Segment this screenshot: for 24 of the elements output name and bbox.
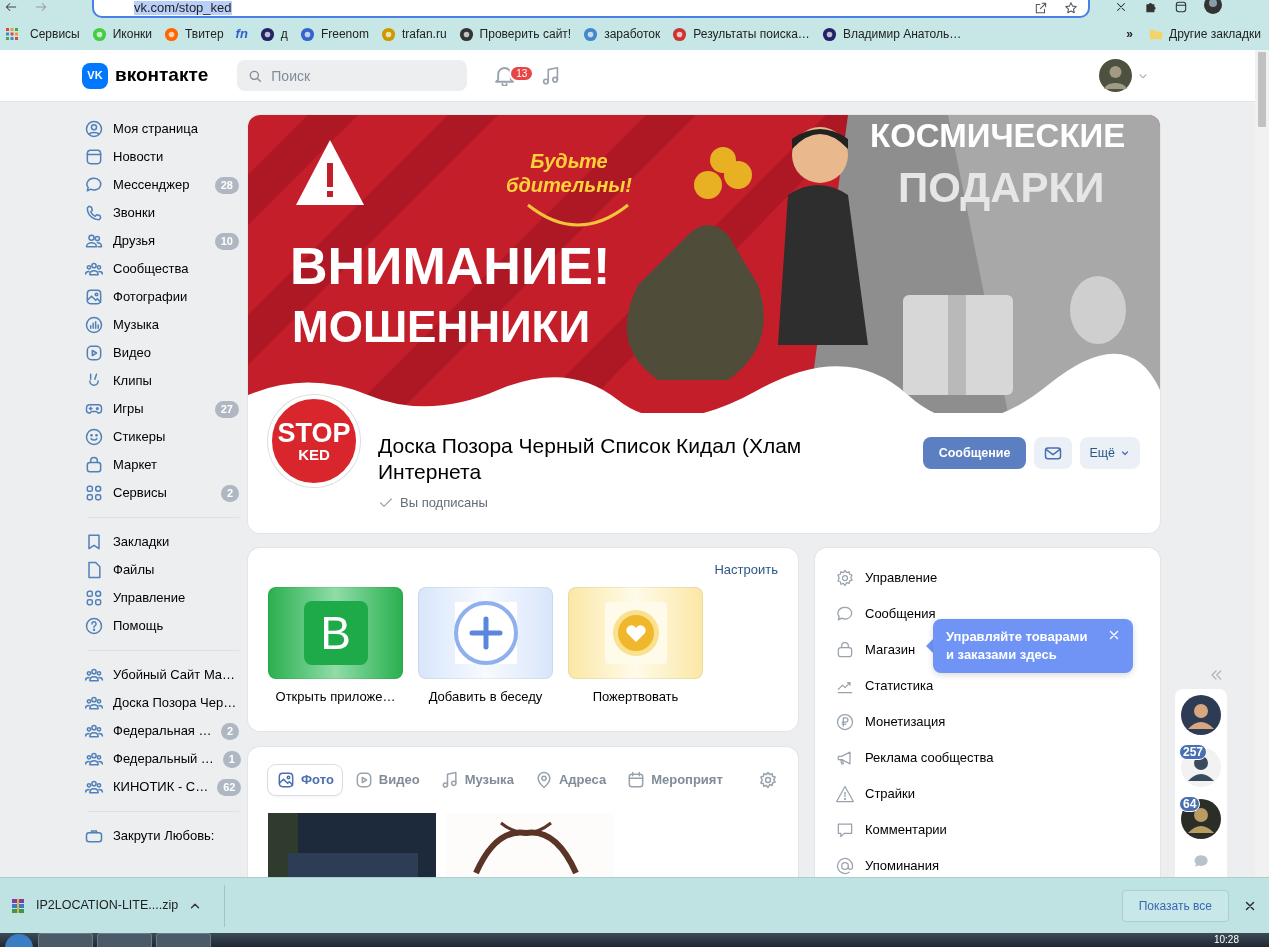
app-icon: B — [303, 601, 368, 665]
tile-label: Пожертвовать — [592, 688, 679, 706]
slogan-text: Будьте бдительны! — [506, 149, 632, 197]
count-badge: 1 — [222, 750, 241, 768]
community-name: Доска Позора Черный Список Кидал (Хлам Интернета — [378, 433, 803, 485]
banner-title: ВНИМАНИЕ! — [290, 240, 611, 292]
count-badge: 10 — [214, 232, 239, 250]
count-badge: 27 — [214, 400, 239, 418]
unread-badge: 257 — [1179, 744, 1208, 760]
banner-side-subtitle: ПОДАРКИ — [898, 167, 1105, 209]
banner-subtitle: МОШЕННИКИ — [292, 305, 591, 349]
banner-side-title: КОСМИЧЕСКИЕ — [870, 119, 1126, 152]
unread-badge: 64 — [1179, 796, 1201, 812]
url-text: vk.com/stop_ked — [134, 1, 232, 15]
count-badge: 62 — [217, 778, 242, 796]
subscription-status: Вы подписаны — [400, 494, 488, 512]
tile-label: Открыть приложе… — [275, 688, 396, 706]
clock: 10:28 — [1213, 933, 1239, 947]
count-badge: 2 — [220, 484, 239, 502]
notification-count: 13 — [509, 64, 535, 82]
count-badge: 28 — [214, 176, 239, 194]
count-badge: 2 — [220, 722, 239, 740]
tile-label: Добавить в беседу — [428, 688, 543, 706]
tooltip-text: Управляйте товарами и заказами здесь — [946, 627, 1088, 664]
